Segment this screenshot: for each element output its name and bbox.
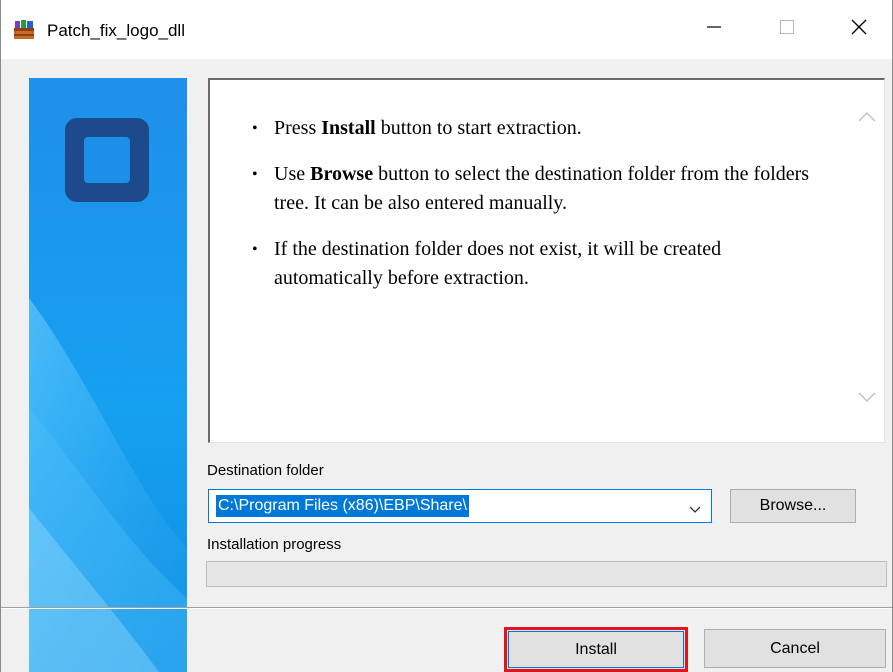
scroll-down-icon[interactable]	[858, 390, 876, 408]
maximize-icon	[780, 20, 794, 39]
divider	[1, 607, 892, 609]
instruction-item: • Use Browse button to select the destina…	[252, 163, 810, 214]
minimize-button[interactable]	[684, 0, 744, 59]
destination-folder-value[interactable]: C:\Program Files (x86)\EBP\Share\	[216, 495, 469, 517]
instructions-list: • Press Install button to start extractio…	[252, 114, 816, 310]
chevron-down-icon[interactable]	[689, 501, 701, 519]
maximize-button[interactable]	[757, 0, 817, 59]
instruction-item: • Press Install button to start extractio…	[252, 117, 582, 139]
install-button-label: Install	[508, 631, 684, 668]
cancel-button[interactable]: Cancel	[704, 629, 886, 668]
install-button[interactable]: Install	[504, 627, 688, 672]
window-title: Patch_fix_logo_dll	[47, 21, 185, 40]
close-icon	[851, 19, 867, 40]
browse-button[interactable]: Browse...	[730, 489, 856, 523]
close-button[interactable]	[829, 0, 889, 59]
installation-progress-label: Installation progress	[207, 536, 342, 553]
installation-progress-bar	[206, 561, 887, 587]
scroll-up-icon[interactable]	[858, 110, 876, 128]
destination-folder-combobox[interactable]: C:\Program Files (x86)\EBP\Share\	[208, 489, 712, 523]
installer-window: Patch_fix_logo_dll • Press Install butto…	[0, 0, 893, 672]
app-logo-icon	[62, 115, 152, 210]
destination-folder-label: Destination folder	[207, 462, 324, 479]
info-panel: • Press Install button to start extractio…	[208, 78, 885, 443]
instruction-item: • If the destination folder does not exis…	[252, 238, 722, 289]
side-banner-image	[29, 78, 187, 672]
vertical-scrollbar[interactable]	[854, 80, 884, 442]
winrar-archive-icon	[13, 19, 35, 41]
title-bar: Patch_fix_logo_dll	[1, 0, 892, 59]
minimize-icon	[707, 20, 721, 39]
